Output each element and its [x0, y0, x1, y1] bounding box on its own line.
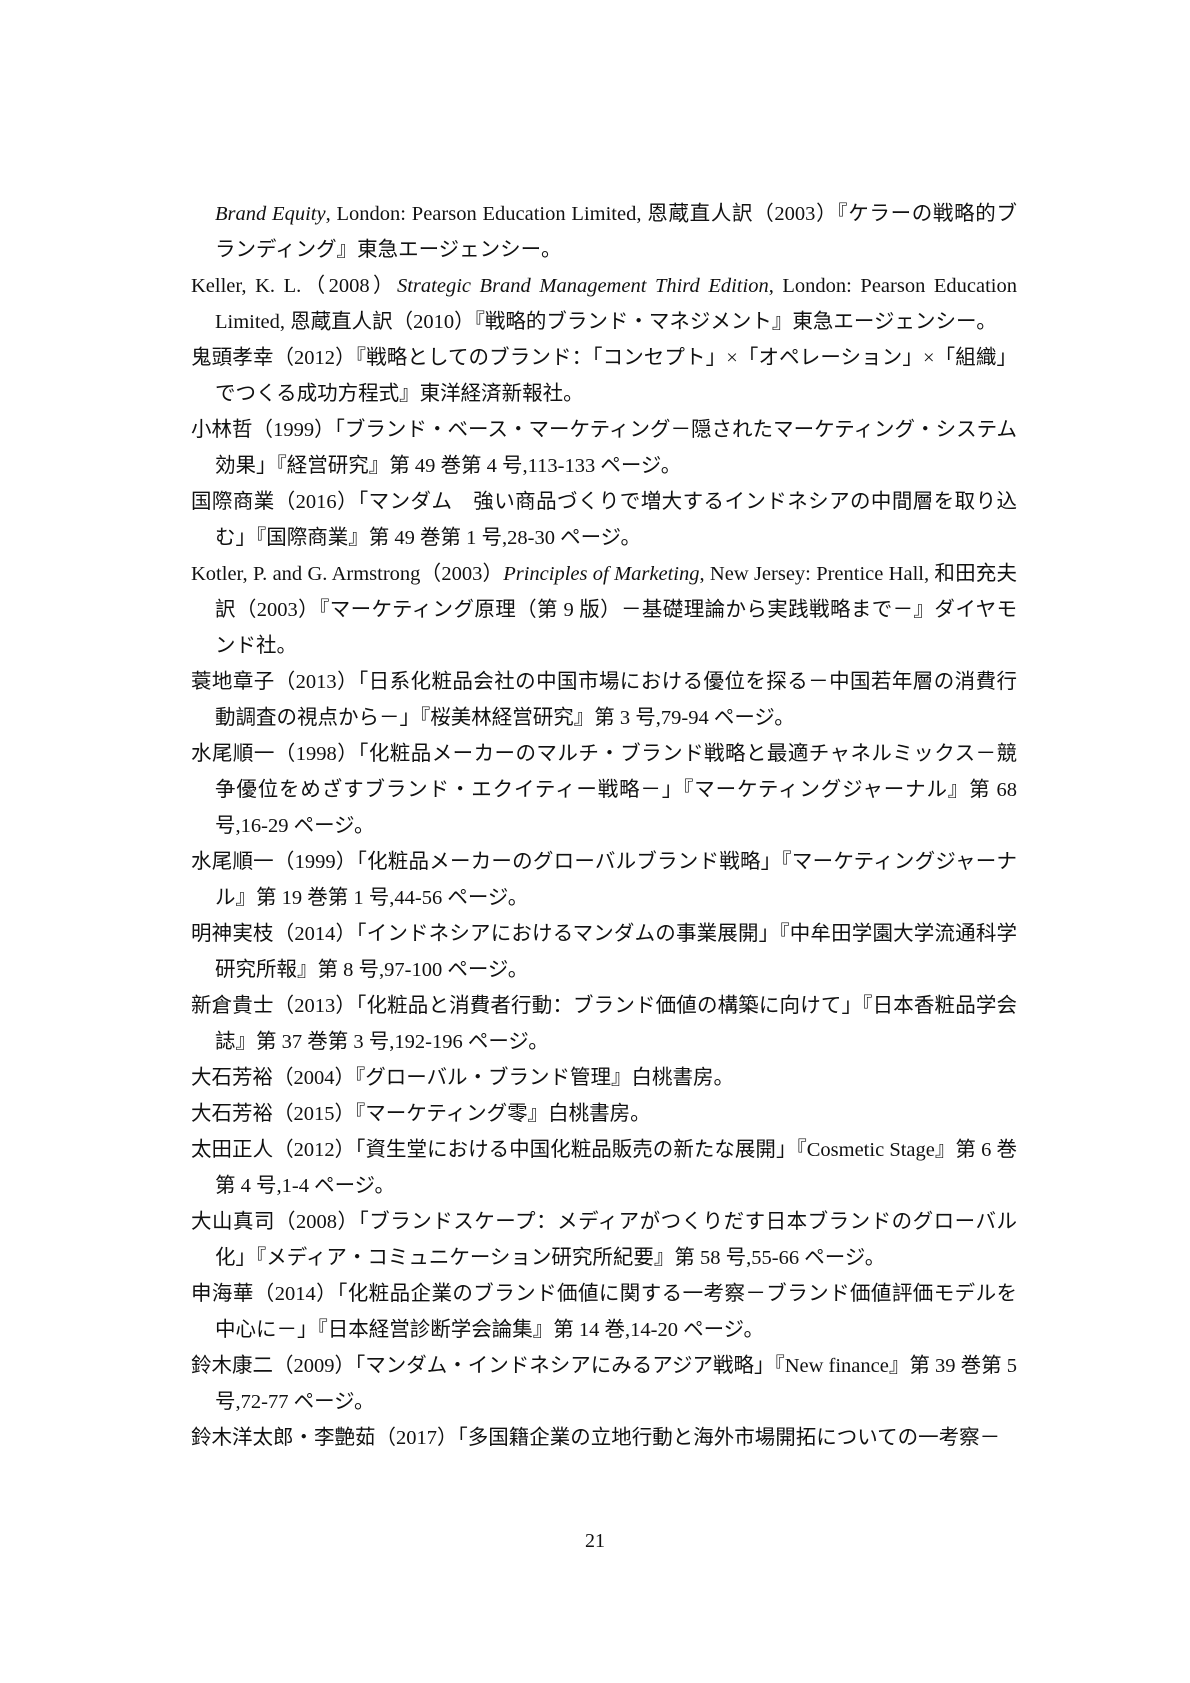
reference-list: Brand Equity, London: Pearson Education …	[191, 196, 1017, 1456]
reference-entry: 水尾順一（1999）「化粧品メーカーのグローバルブランド戦略」『マーケティングジ…	[191, 851, 1017, 909]
reference-entry: Keller, K. L.（2008）Strategic Brand Manag…	[191, 275, 1017, 333]
reference-entry: 大石芳裕（2004）『グローバル・ブランド管理』白桃書房。	[191, 1067, 735, 1089]
reference-entry: 鬼頭孝幸（2012）『戦略としてのブランド：「コンセプト」×「オペレーション」×…	[191, 347, 1017, 405]
reference-entry: 小林哲（1999）「ブランド・ベース・マーケティング－隠されたマーケティング・シ…	[191, 419, 1017, 477]
reference-entry: 蓑地章子（2013）「日系化粧品会社の中国市場における優位を探る－中国若年層の消…	[191, 671, 1017, 729]
reference-entry: 水尾順一（1998）「化粧品メーカーのマルチ・ブランド戦略と最適チャネルミックス…	[191, 743, 1017, 837]
reference-entry: 鈴木康二（2009）「マンダム・インドネシアにみるアジア戦略」『New fina…	[191, 1355, 1017, 1413]
reference-entry: 新倉貴士（2013）「化粧品と消費者行動：ブランド価値の構築に向けて」『日本香粧…	[191, 995, 1017, 1053]
reference-entry: 申海華（2014）「化粧品企業のブランド価値に関する一考察－ブランド価値評価モデ…	[191, 1283, 1017, 1341]
reference-entry: 明神実枝（2014）「インドネシアにおけるマンダムの事業展開」『中牟田学園大学流…	[191, 923, 1017, 981]
reference-entry: 大石芳裕（2015）『マーケティング零』白桃書房。	[191, 1103, 651, 1125]
reference-entry: 国際商業（2016）「マンダム 強い商品づくりで増大するインドネシアの中間層を取…	[191, 491, 1017, 549]
reference-entry: Kotler, P. and G. Armstrong（2003）Princip…	[191, 563, 1017, 657]
reference-entry: 鈴木洋太郎・李艶茹（2017）「多国籍企業の立地行動と海外市場開拓についての一考…	[191, 1427, 1001, 1449]
page-number: 21	[585, 1530, 605, 1552]
reference-entry: 太田正人（2012）「資生堂における中国化粧品販売の新たな展開」『Cosmeti…	[191, 1139, 1017, 1197]
reference-entry: 大山真司（2008）「ブランドスケープ：メディアがつくりだす日本ブランドのグロー…	[191, 1211, 1017, 1269]
reference-entry: Brand Equity, London: Pearson Education …	[215, 203, 1017, 261]
